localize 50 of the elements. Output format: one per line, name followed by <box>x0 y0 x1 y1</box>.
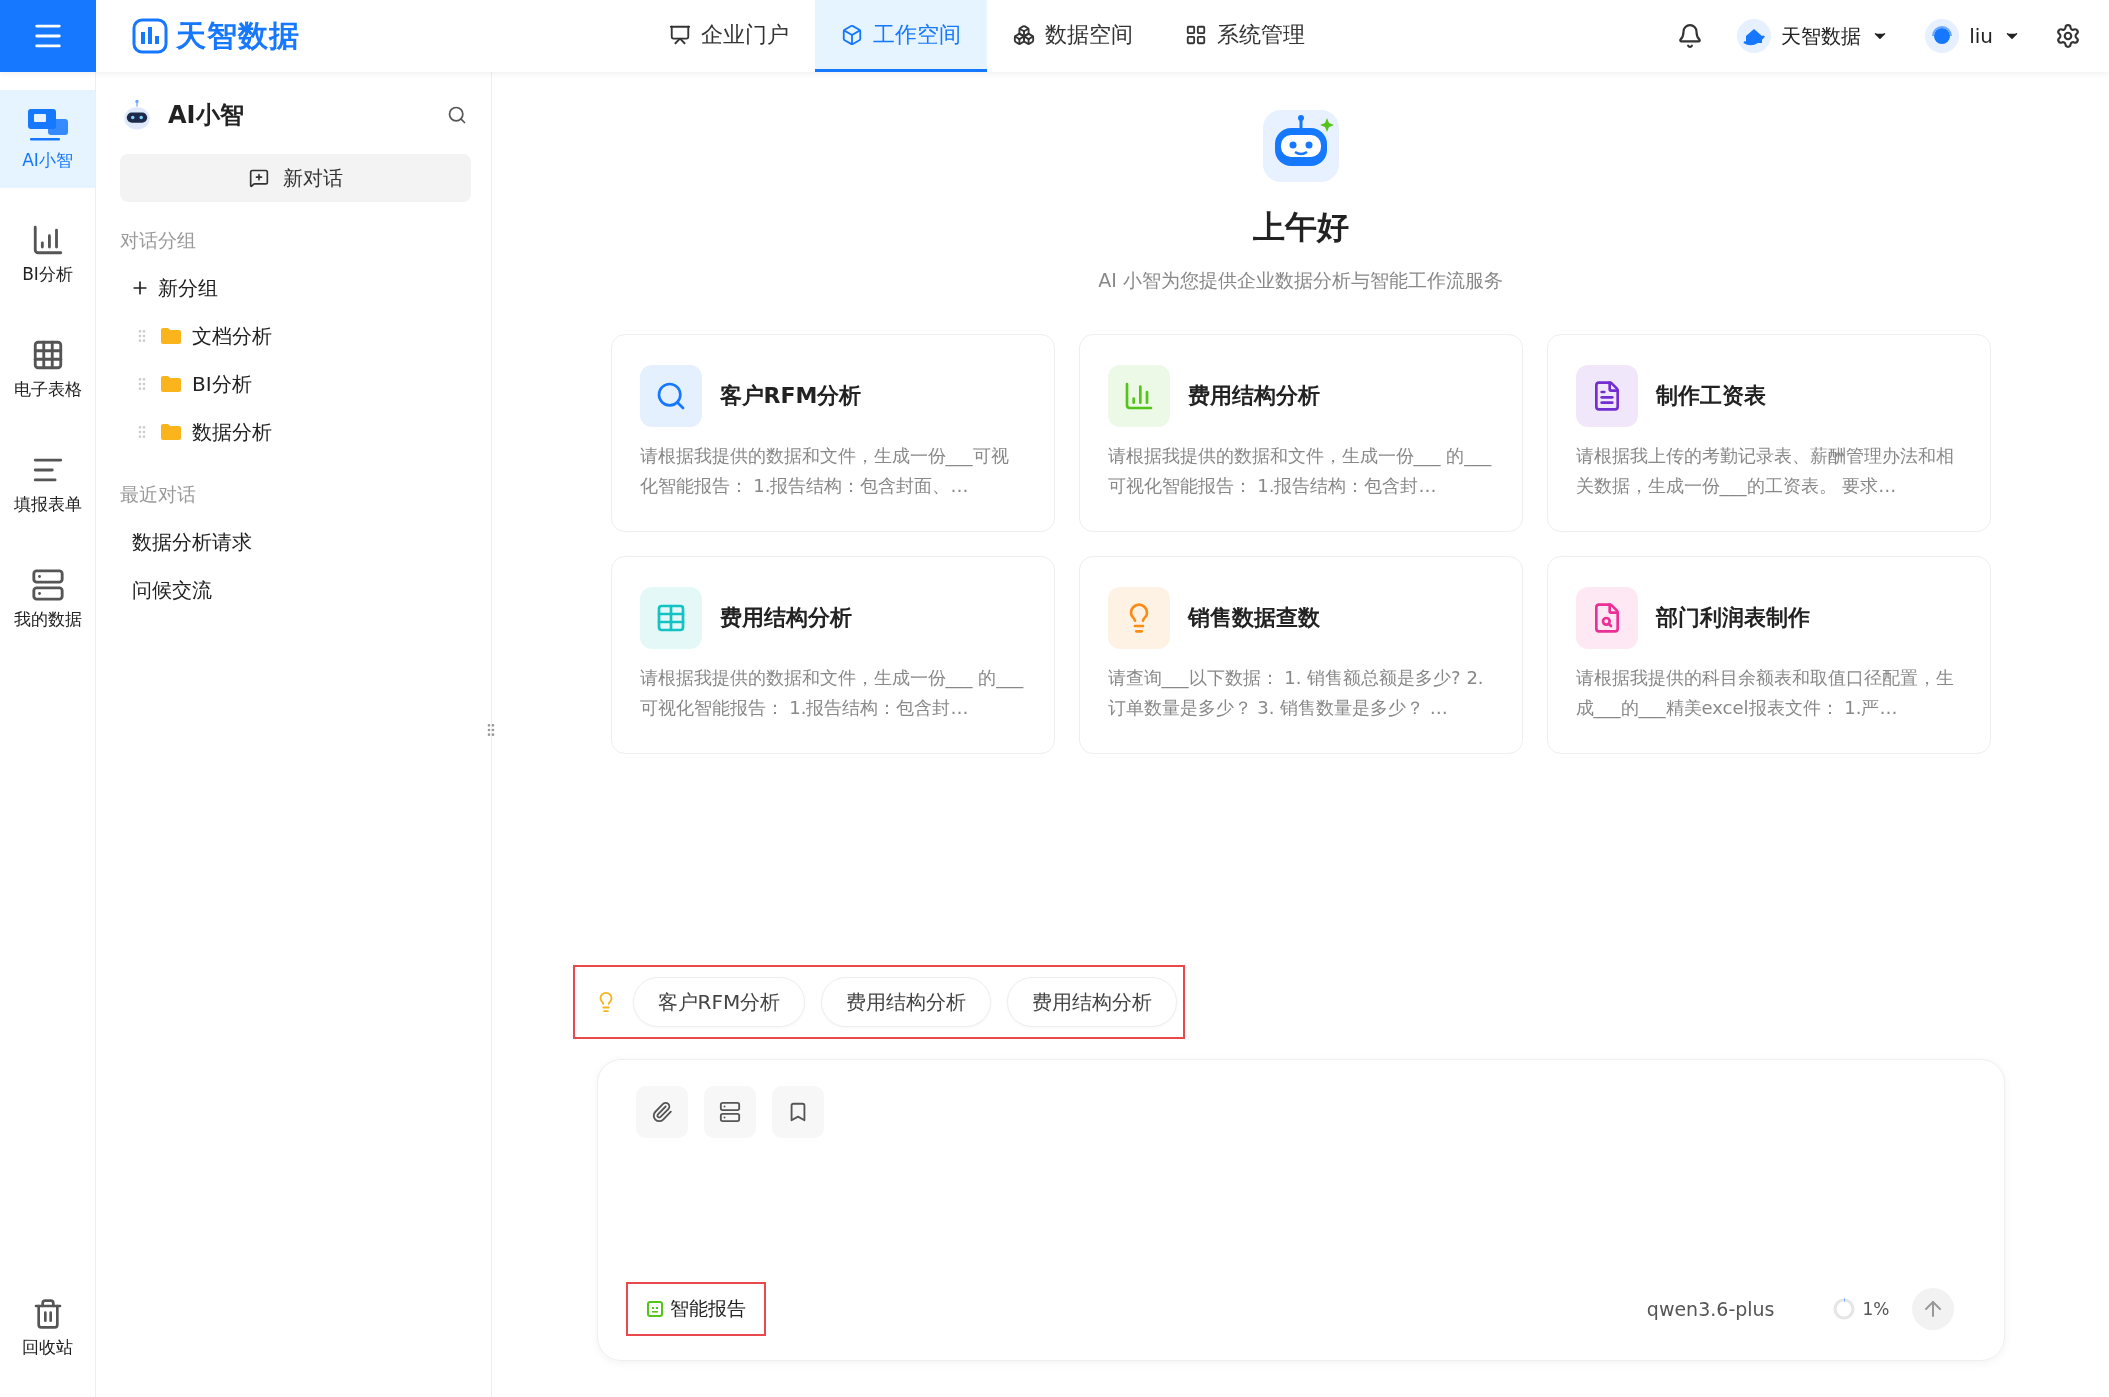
group-item[interactable]: 数据分析 <box>120 408 471 456</box>
rail-item[interactable]: 电子表格 <box>0 320 95 418</box>
nav-tab[interactable]: 工作空间 <box>814 0 987 72</box>
usage-reading: 1% <box>1862 1299 1890 1319</box>
model-name[interactable]: qwen3.6-plus <box>1646 1298 1775 1320</box>
logo-text: 天智数据 <box>176 16 300 55</box>
card-description: 请根据我提供的数据和文件，生成一份___ 的___可视化智能报告： 1.报告结构：包含封… <box>639 666 1025 720</box>
conversation-item[interactable]: 数据分析请求 <box>120 518 471 566</box>
suggestion-chip[interactable]: 客户RFM分析 <box>632 977 806 1027</box>
prompt-card[interactable]: 制作工资表 请根据我上传的考勤记录表、薪酬管理办法和相关数据，生成一份___的工资表。 要求… <box>1546 334 1991 532</box>
card-title: 部门利润表制作 <box>1655 604 1810 632</box>
card-title: 制作工资表 <box>1655 382 1766 410</box>
section-heading: 最近对话 <box>120 482 197 507</box>
nav-tab[interactable]: 系统管理 <box>1158 0 1331 72</box>
rail-item[interactable]: 我的数据 <box>0 550 95 648</box>
suggestion-chip[interactable]: 费用结构分析 <box>1007 977 1178 1027</box>
prompt-card[interactable]: 费用结构分析 请根据我提供的数据和文件，生成一份___ 的___可视化智能报告： 1.报告结构：包含封… <box>1078 334 1523 532</box>
new-chat-button[interactable]: 新对话 <box>120 154 471 202</box>
subtitle: AI 小智为您提供企业数据分析与智能工作流服务 <box>1098 268 1503 293</box>
card-description: 请根据我提供的数据和文件，生成一份___可视化智能报告： 1.报告结构：包含封面、… <box>639 444 1010 498</box>
add-group-button[interactable]: 新分组 <box>120 264 471 312</box>
sidebar-title: AI小智 <box>168 100 245 131</box>
card-title: 费用结构分析 <box>719 604 852 632</box>
rail-item[interactable]: BI分析 <box>0 205 95 303</box>
conversation-item[interactable]: 问候交流 <box>120 566 471 614</box>
org-switcher[interactable]: 天智数据 <box>1731 18 1896 54</box>
card-title: 销售数据查数 <box>1187 604 1320 632</box>
group-item[interactable]: 文档分析 <box>120 312 471 360</box>
card-description: 请根据我提供的科目余额表和取值口径配置，生成___的___精美excel报表文件： 1.严… <box>1575 666 1955 721</box>
card-title: 费用结构分析 <box>1187 382 1320 410</box>
prompt-card[interactable]: 部门利润表制作 请根据我提供的科目余额表和取值口径配置，生成___的___精美excel报表文件： 1.严… <box>1546 556 1991 754</box>
user-menu[interactable]: liu <box>1919 18 2027 54</box>
nav-tab[interactable]: 数据空间 <box>986 0 1159 72</box>
mode-tag[interactable]: 智能报告 <box>645 1296 746 1322</box>
recycle-bin-button[interactable]: 回收站 <box>0 1279 95 1377</box>
message-composer[interactable]: 智能报告 qwen3.6-plus 1% <box>596 1059 2005 1361</box>
prompt-card[interactable]: 客户RFM分析 请根据我提供的数据和文件，生成一份___可视化智能报告： 1.报告结构：包含封面、… <box>610 334 1055 532</box>
suggestion-chip[interactable]: 费用结构分析 <box>821 977 992 1027</box>
prompt-card[interactable]: 销售数据查数 请查询___以下数据： 1. 销售额总额是多少? 2. 订单数量是多少？ 3. 销售数量是多少？ … <box>1078 556 1523 754</box>
card-title: 客户RFM分析 <box>719 382 862 410</box>
rail-item[interactable]: AI小智 <box>0 90 95 188</box>
card-description: 请根据我上传的考勤记录表、薪酬管理办法和相关数据，生成一份___的工资表。 要求… <box>1575 444 1955 499</box>
group-item[interactable]: BI分析 <box>120 360 471 408</box>
card-description: 请根据我提供的数据和文件，生成一份___ 的___可视化智能报告： 1.报告结构：包含封… <box>1107 444 1493 498</box>
rail-item[interactable]: 填报表单 <box>0 435 95 533</box>
greeting: 上午好 <box>1252 207 1349 248</box>
section-heading: 对话分组 <box>120 228 197 253</box>
prompt-card[interactable]: 费用结构分析 请根据我提供的数据和文件，生成一份___ 的___可视化智能报告： 1.报告结构：包含封… <box>610 556 1055 754</box>
nav-tab[interactable]: 企业门户 <box>642 0 815 72</box>
card-description: 请查询___以下数据： 1. 销售额总额是多少? 2. 订单数量是多少？ 3. 销售数量是多少？ … <box>1107 666 1485 720</box>
